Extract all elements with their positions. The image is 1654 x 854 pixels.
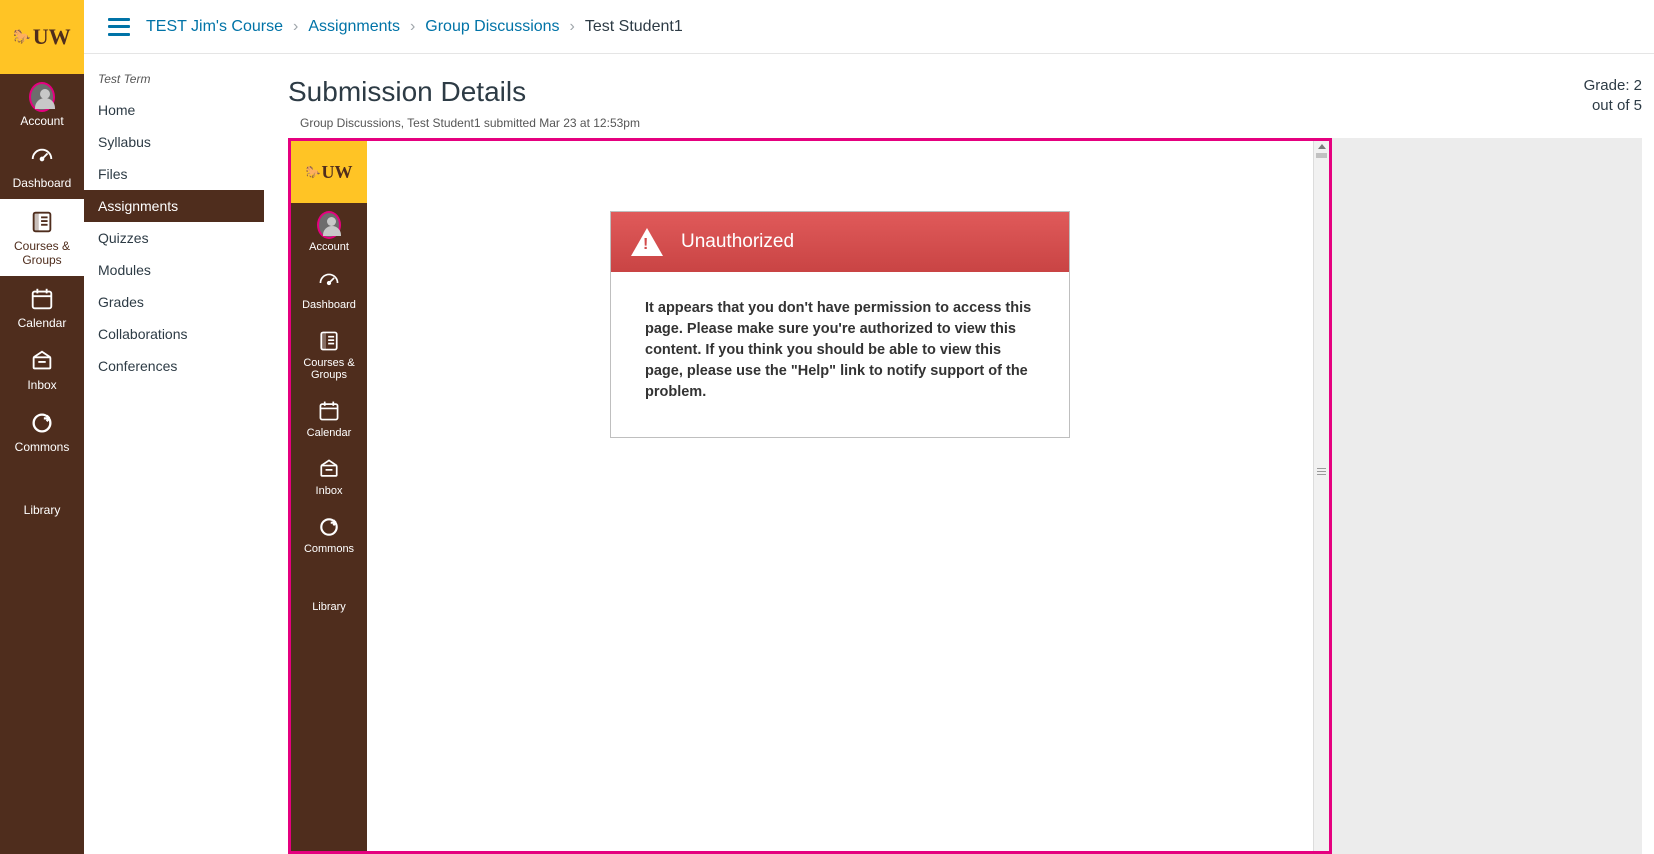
grade-display: Grade: 2 out of 5 <box>1564 76 1642 117</box>
inner-nav-label: Dashboard <box>302 299 356 311</box>
global-nav-dashboard[interactable]: Dashboard <box>0 136 84 198</box>
inbox-icon <box>29 348 55 374</box>
nav-label: Dashboard <box>13 176 72 190</box>
warning-icon <box>631 228 663 256</box>
breadcrumb-item[interactable]: TEST Jim's Course <box>146 18 283 36</box>
body-row: Test Term HomeSyllabusFilesAssignmentsQu… <box>84 54 1654 854</box>
breadcrumb-separator: › <box>570 18 575 36</box>
inner-nav-courses-groups[interactable]: Courses & Groups <box>291 319 367 389</box>
inner-uw-logo[interactable]: 🐎 UW <box>291 141 367 203</box>
submission-preview-frame: 🐎 UW Account Dashboard Courses & Groups … <box>288 138 1332 854</box>
grade-line1: Grade: 2 <box>1584 76 1642 96</box>
page-title: Submission Details <box>288 76 640 108</box>
content-area: Submission Details Group Discussions, Te… <box>264 54 1654 854</box>
avatar-icon <box>317 211 341 239</box>
dashboard-icon <box>29 146 55 172</box>
nav-label: Commons <box>15 440 70 454</box>
grade-line2: out of 5 <box>1584 96 1642 116</box>
commons-icon <box>29 410 55 436</box>
preview-scrollbar[interactable] <box>1313 141 1329 851</box>
preview-main: Unauthorized It appears that you don't h… <box>367 141 1313 851</box>
inner-nav-dashboard[interactable]: Dashboard <box>291 261 367 319</box>
inner-nav-label: Inbox <box>316 485 343 497</box>
course-nav-home[interactable]: Home <box>84 94 264 126</box>
course-nav-syllabus[interactable]: Syllabus <box>84 126 264 158</box>
inner-logo-text: UW <box>321 162 352 183</box>
course-nav-grades[interactable]: Grades <box>84 286 264 318</box>
breadcrumb-item[interactable]: Assignments <box>308 18 400 36</box>
top-bar: TEST Jim's Course › Assignments › Group Disc… <box>84 0 1654 54</box>
logo-bucking-horse-icon: 🐎 <box>13 29 30 46</box>
course-nav-assignments[interactable]: Assignments <box>84 190 264 222</box>
global-nav-inbox[interactable]: Inbox <box>0 338 84 400</box>
nav-label: Courses & Groups <box>2 239 82 268</box>
inner-nav-label: Library <box>312 601 346 613</box>
breadcrumb: TEST Jim's Course › Assignments › Group Disc… <box>146 18 683 36</box>
hamburger-menu-icon[interactable] <box>108 18 130 36</box>
global-nav-account[interactable]: Account <box>0 74 84 136</box>
courses-icon <box>317 328 341 354</box>
course-nav-modules[interactable]: Modules <box>84 254 264 286</box>
error-body: It appears that you don't have permissio… <box>611 272 1069 437</box>
nav-label: Calendar <box>18 316 67 330</box>
calendar-icon <box>317 398 341 424</box>
right-pane <box>1332 138 1642 854</box>
nav-label: Account <box>20 114 63 128</box>
course-nav-quizzes[interactable]: Quizzes <box>84 222 264 254</box>
breadcrumb-separator: › <box>410 18 415 36</box>
global-nav-commons[interactable]: Commons <box>0 400 84 462</box>
inner-logo-bucking-horse-icon: 🐎 <box>306 165 321 180</box>
course-nav-files[interactable]: Files <box>84 158 264 190</box>
breadcrumb-separator: › <box>293 18 298 36</box>
error-card: Unauthorized It appears that you don't h… <box>610 211 1070 438</box>
global-nav-courses-groups[interactable]: Courses & Groups <box>0 199 84 276</box>
nav-label: Inbox <box>27 378 56 392</box>
inner-global-nav: 🐎 UW Account Dashboard Courses & Groups … <box>291 141 367 851</box>
inner-nav-library[interactable]: Library <box>291 563 367 621</box>
course-nav: Test Term HomeSyllabusFilesAssignmentsQu… <box>84 54 264 854</box>
nav-label: Library <box>24 503 61 517</box>
logo-text: UW <box>33 24 71 50</box>
commons-icon <box>317 514 341 540</box>
inner-nav-account[interactable]: Account <box>291 203 367 261</box>
course-nav-conferences[interactable]: Conferences <box>84 350 264 382</box>
inner-nav-label: Account <box>309 241 349 253</box>
error-title: Unauthorized <box>681 231 794 253</box>
term-label: Test Term <box>84 72 264 94</box>
breadcrumb-item[interactable]: Group Discussions <box>425 18 559 36</box>
inner-nav-label: Commons <box>304 543 354 555</box>
global-nav-library[interactable]: Library <box>0 463 84 525</box>
breadcrumb-item: Test Student1 <box>585 18 683 36</box>
global-nav: 🐎 UW Account Dashboard Courses & Groups … <box>0 0 84 854</box>
avatar-icon <box>29 82 55 112</box>
calendar-icon <box>29 286 55 312</box>
uw-logo[interactable]: 🐎 UW <box>0 0 84 74</box>
inner-nav-inbox[interactable]: Inbox <box>291 447 367 505</box>
dashboard-icon <box>317 270 341 296</box>
inner-nav-commons[interactable]: Commons <box>291 505 367 563</box>
error-header: Unauthorized <box>611 212 1069 272</box>
global-nav-calendar[interactable]: Calendar <box>0 276 84 338</box>
submission-meta: Group Discussions, Test Student1 submitt… <box>288 108 640 136</box>
courses-icon <box>29 209 55 235</box>
inner-nav-label: Courses & Groups <box>293 357 365 381</box>
inner-nav-calendar[interactable]: Calendar <box>291 389 367 447</box>
inner-nav-label: Calendar <box>307 427 352 439</box>
preview-wrap: 🐎 UW Account Dashboard Courses & Groups … <box>288 138 1642 854</box>
inbox-icon <box>317 456 341 482</box>
main-area: TEST Jim's Course › Assignments › Group Disc… <box>84 0 1654 854</box>
course-nav-collaborations[interactable]: Collaborations <box>84 318 264 350</box>
